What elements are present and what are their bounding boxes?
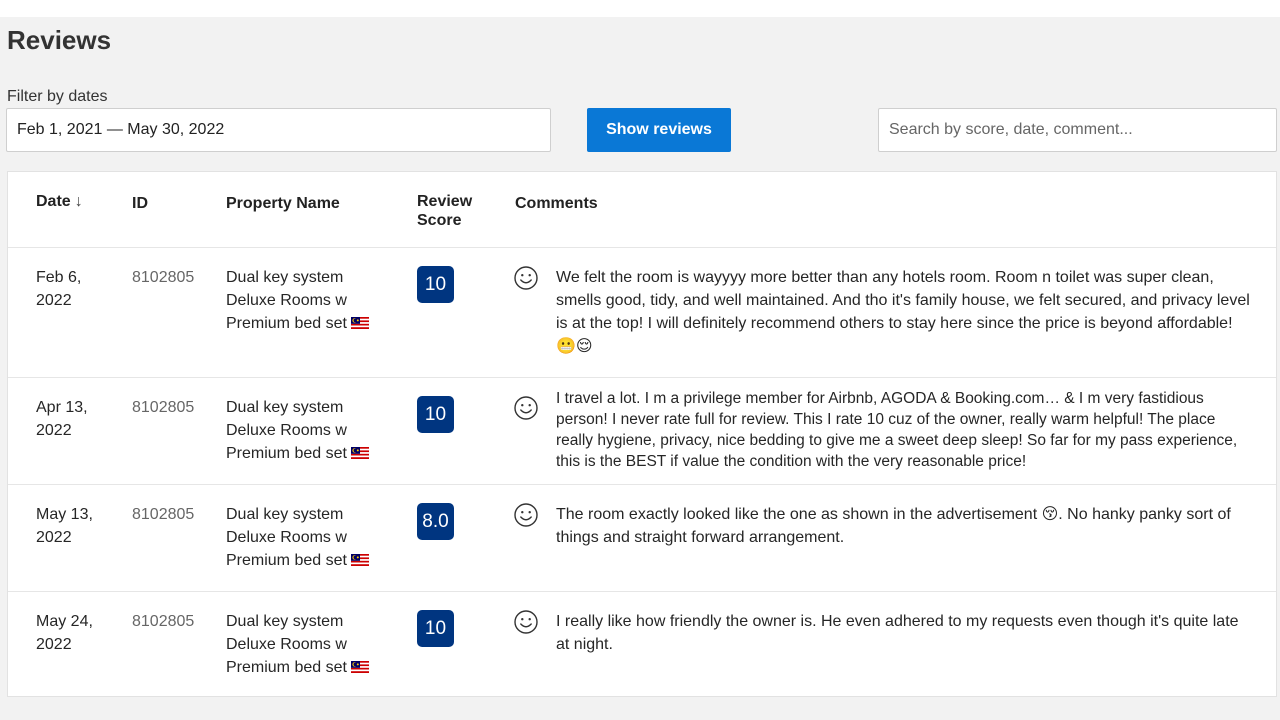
smiley-icon bbox=[514, 610, 538, 634]
review-date-line2: 2022 bbox=[36, 422, 72, 439]
review-score-badge: 8.0 bbox=[417, 503, 454, 540]
review-id: 8102805 bbox=[132, 269, 195, 286]
review-date: May 24, 2022 bbox=[36, 610, 116, 656]
property-name-line2: Deluxe Rooms w bbox=[226, 529, 347, 546]
review-id: 8102805 bbox=[132, 399, 195, 416]
review-date: Apr 13, 2022 bbox=[36, 396, 116, 442]
property-name: Dual key system Deluxe Rooms w Premium b… bbox=[226, 396, 396, 465]
review-date: May 13, 2022 bbox=[36, 503, 116, 549]
reviews-page: Reviews Filter by dates Show reviews Dat… bbox=[0, 17, 1280, 720]
show-reviews-button[interactable]: Show reviews bbox=[587, 108, 731, 152]
property-name-line3: Premium bed set bbox=[226, 552, 347, 569]
review-id: 8102805 bbox=[132, 506, 195, 523]
property-name: Dual key system Deluxe Rooms w Premium b… bbox=[226, 266, 396, 335]
review-date-line2: 2022 bbox=[36, 636, 72, 653]
date-range-input[interactable] bbox=[6, 108, 551, 152]
review-date-line2: 2022 bbox=[36, 292, 72, 309]
table-row: Feb 6, 2022 8102805 Dual key system Delu… bbox=[8, 248, 1276, 378]
property-name-line2: Deluxe Rooms w bbox=[226, 292, 347, 309]
review-date-line1: Apr 13, bbox=[36, 399, 88, 416]
smiley-icon bbox=[514, 396, 538, 420]
column-header-comments: Comments bbox=[515, 195, 598, 212]
property-name-line1: Dual key system bbox=[226, 613, 344, 630]
column-header-date[interactable]: Date ↓ bbox=[36, 192, 83, 211]
review-date-line1: May 13, bbox=[36, 506, 93, 523]
malaysia-flag-icon bbox=[350, 554, 369, 566]
date-header-label: Date bbox=[36, 193, 71, 210]
review-date-line1: Feb 6, bbox=[36, 269, 82, 286]
smiley-icon bbox=[514, 503, 538, 527]
review-score-badge: 10 bbox=[417, 266, 454, 303]
property-name-line3: Premium bed set bbox=[226, 659, 347, 676]
property-name-line2: Deluxe Rooms w bbox=[226, 636, 347, 653]
table-header: Date ↓ ID Property Name Review Score Comm… bbox=[8, 172, 1276, 248]
malaysia-flag-icon bbox=[350, 447, 369, 459]
review-score-header-line1: Review bbox=[417, 193, 473, 210]
review-date-line1: May 24, bbox=[36, 613, 93, 630]
property-name-line2: Deluxe Rooms w bbox=[226, 422, 347, 439]
property-name-line1: Dual key system bbox=[226, 269, 344, 286]
column-header-review-score: Review Score bbox=[417, 192, 497, 230]
table-row: May 24, 2022 8102805 Dual key system Del… bbox=[8, 592, 1276, 698]
review-comment: We felt the room is wayyyy more better t… bbox=[556, 269, 1250, 355]
review-id: 8102805 bbox=[132, 613, 195, 630]
review-comment: The room exactly looked like the one as … bbox=[556, 506, 1231, 546]
property-name-line3: Premium bed set bbox=[226, 445, 347, 462]
malaysia-flag-icon bbox=[350, 661, 369, 673]
filter-label: Filter by dates bbox=[7, 88, 108, 105]
search-input[interactable] bbox=[878, 108, 1277, 152]
smiley-icon bbox=[514, 266, 538, 290]
review-comment: I travel a lot. I m a privilege member f… bbox=[556, 390, 1238, 470]
reviews-table: Date ↓ ID Property Name Review Score Comm… bbox=[7, 171, 1277, 697]
column-header-id: ID bbox=[132, 195, 148, 212]
page-title: Reviews bbox=[7, 25, 112, 55]
property-name: Dual key system Deluxe Rooms w Premium b… bbox=[226, 610, 396, 679]
property-name-line1: Dual key system bbox=[226, 399, 344, 416]
review-date: Feb 6, 2022 bbox=[36, 266, 116, 312]
table-row: Apr 13, 2022 8102805 Dual key system Del… bbox=[8, 378, 1276, 485]
property-name-line3: Premium bed set bbox=[226, 315, 347, 332]
review-score-badge: 10 bbox=[417, 396, 454, 433]
property-name-line1: Dual key system bbox=[226, 506, 344, 523]
review-comment: I really like how friendly the owner is.… bbox=[556, 613, 1239, 653]
sort-descending-icon[interactable]: ↓ bbox=[75, 193, 83, 210]
property-name: Dual key system Deluxe Rooms w Premium b… bbox=[226, 503, 396, 572]
column-header-property-name: Property Name bbox=[226, 195, 340, 212]
table-row: May 13, 2022 8102805 Dual key system Del… bbox=[8, 485, 1276, 592]
review-date-line2: 2022 bbox=[36, 529, 72, 546]
review-score-badge: 10 bbox=[417, 610, 454, 647]
review-score-header-line2: Score bbox=[417, 212, 462, 229]
malaysia-flag-icon bbox=[350, 317, 369, 329]
